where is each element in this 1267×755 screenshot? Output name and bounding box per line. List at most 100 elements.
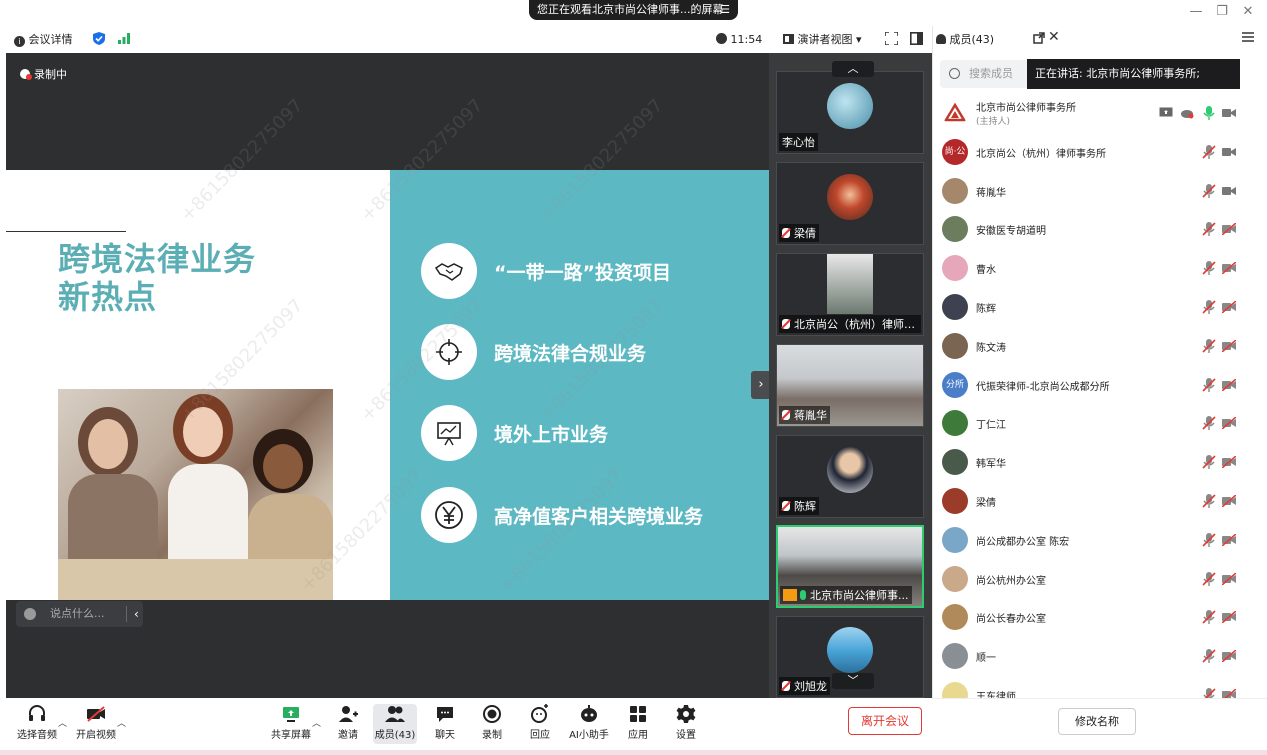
- menu-icon[interactable]: ☰: [720, 0, 730, 20]
- camera-icon[interactable]: [1222, 146, 1236, 158]
- member-row[interactable]: 安徽医专胡道明: [940, 211, 1240, 247]
- apps-button[interactable]: 应用: [613, 704, 663, 744]
- member-row[interactable]: 蒋胤华: [940, 173, 1240, 209]
- chat-button[interactable]: 聊天: [420, 704, 470, 744]
- member-row[interactable]: 分所 代振荣律师-北京尚公成都分所: [940, 367, 1240, 403]
- audio-options-caret[interactable]: ︿: [58, 716, 67, 729]
- restore-button[interactable]: ❐: [1212, 4, 1232, 20]
- member-row[interactable]: 北京市尚公律师事务所 (主持人): [940, 95, 1240, 131]
- hamburger-menu-icon[interactable]: [1242, 31, 1254, 43]
- view-mode-dropdown[interactable]: 演讲者视图 ▾: [783, 31, 862, 48]
- camera-off-icon[interactable]: [1221, 377, 1237, 392]
- member-row[interactable]: 顺一: [940, 638, 1240, 674]
- mic-muted-icon[interactable]: [1202, 144, 1216, 159]
- member-row[interactable]: 曹水: [940, 250, 1240, 286]
- mic-muted-icon[interactable]: [1202, 532, 1216, 547]
- mic-muted-icon[interactable]: [1202, 610, 1216, 625]
- share-options-caret[interactable]: ︿: [312, 716, 321, 729]
- member-row[interactable]: 尚公成都办公室 陈宏: [940, 522, 1240, 558]
- chevron-right-icon[interactable]: ›: [751, 371, 771, 399]
- member-row[interactable]: 陈辉: [940, 289, 1240, 325]
- search-members-input[interactable]: 搜索成员: [940, 60, 1030, 88]
- close-panel-icon[interactable]: ✕: [1048, 29, 1062, 45]
- camera-off-icon[interactable]: [1221, 533, 1237, 547]
- member-row[interactable]: 丁仁江: [940, 405, 1240, 441]
- avatar: 分所: [942, 371, 968, 398]
- ai-assistant-button[interactable]: AI小助手: [564, 704, 614, 744]
- camera-icon[interactable]: [1222, 185, 1236, 197]
- mic-muted-icon[interactable]: [1202, 416, 1216, 431]
- mic-muted-icon[interactable]: [1202, 183, 1216, 198]
- camera-off-icon[interactable]: [1221, 494, 1237, 508]
- chat-input[interactable]: 说点什么... ‹: [16, 601, 143, 627]
- record-button[interactable]: 录制: [467, 704, 517, 744]
- video-tile-active[interactable]: 北京市尚公律师事...: [776, 525, 924, 608]
- rename-button[interactable]: 修改名称: [1058, 708, 1136, 735]
- reaction-button[interactable]: 回应: [515, 704, 565, 744]
- mic-muted-icon[interactable]: [1202, 222, 1216, 237]
- video-tile[interactable]: 李心怡: [776, 71, 924, 154]
- split-view-icon[interactable]: [910, 32, 923, 45]
- member-name: 尚公长春办公室: [976, 614, 1046, 626]
- leave-meeting-button[interactable]: 离开会议: [848, 707, 922, 735]
- video-button[interactable]: 开启视频: [71, 704, 121, 744]
- video-tile[interactable]: 梁倩: [776, 162, 924, 245]
- mic-muted-icon[interactable]: [1202, 338, 1216, 353]
- meeting-details-button[interactable]: i 会议详情: [14, 31, 73, 48]
- member-row[interactable]: 陈文涛: [940, 328, 1240, 364]
- camera-off-icon[interactable]: [1221, 455, 1237, 469]
- chevron-down-icon[interactable]: ﹀: [832, 673, 874, 689]
- audio-button[interactable]: 选择音频: [12, 704, 62, 744]
- mic-muted-icon[interactable]: [1202, 649, 1216, 664]
- camera-off-icon[interactable]: [1221, 649, 1237, 663]
- viewing-banner[interactable]: 您正在观看北京市尚公律师事...的屏幕 ☰: [529, 0, 738, 20]
- mic-muted-icon[interactable]: [1202, 300, 1216, 314]
- camera-off-icon[interactable]: [1221, 222, 1237, 236]
- mic-muted-icon[interactable]: [1202, 571, 1216, 586]
- member-row[interactable]: 尚·公 北京尚公（杭州）律师事务所: [940, 134, 1240, 170]
- recording-indicator[interactable]: 录制中: [20, 66, 67, 82]
- info-icon: i: [14, 36, 25, 47]
- camera-off-icon[interactable]: [1221, 300, 1237, 314]
- member-row[interactable]: 梁倩: [940, 483, 1240, 519]
- members-button[interactable]: 成员(43): [373, 704, 417, 744]
- camera-off-icon[interactable]: [1221, 339, 1237, 353]
- close-window-button[interactable]: ✕: [1238, 4, 1258, 20]
- chevron-left-icon[interactable]: ‹: [134, 601, 139, 627]
- slide-item-1: “一带一路”投资项目: [421, 242, 751, 302]
- gear-icon: [676, 705, 696, 723]
- mic-on-icon[interactable]: [1202, 106, 1216, 120]
- security-shield-icon[interactable]: [93, 32, 105, 45]
- minimize-button[interactable]: —: [1186, 4, 1206, 20]
- mic-muted-icon[interactable]: [1202, 494, 1216, 508]
- video-tile[interactable]: 陈辉: [776, 435, 924, 518]
- member-name: 陈辉: [976, 304, 996, 315]
- slide-item-label: 境外上市业务: [494, 424, 609, 446]
- mic-muted-icon[interactable]: [1202, 455, 1216, 470]
- member-row[interactable]: 尚公杭州办公室: [940, 561, 1240, 597]
- mic-muted-icon[interactable]: [1202, 261, 1216, 276]
- share-screen-button[interactable]: 共享屏幕: [266, 704, 316, 744]
- crosshair-icon: [421, 324, 477, 380]
- popout-icon[interactable]: [1033, 32, 1045, 44]
- camera-off-icon[interactable]: [1221, 571, 1237, 586]
- ai-robot-icon: [581, 705, 597, 722]
- fullscreen-icon[interactable]: [884, 31, 899, 46]
- member-name: 北京尚公（杭州）律师事务所: [976, 148, 1106, 160]
- mic-muted-icon[interactable]: [1202, 377, 1216, 392]
- camera-off-icon[interactable]: [1221, 610, 1237, 624]
- video-tile[interactable]: 蒋胤华: [776, 344, 924, 427]
- settings-button[interactable]: 设置: [661, 704, 711, 744]
- camera-off-icon[interactable]: [1221, 261, 1237, 275]
- emoji-icon[interactable]: [24, 608, 36, 620]
- video-options-caret[interactable]: ︿: [117, 716, 126, 729]
- invite-button[interactable]: 邀请: [323, 704, 373, 744]
- member-row[interactable]: 尚公长春办公室: [940, 599, 1240, 635]
- camera-off-icon[interactable]: [1221, 416, 1237, 430]
- camera-icon[interactable]: [1222, 107, 1236, 119]
- signal-icon[interactable]: [118, 33, 130, 44]
- slide-item-label: 跨境法律合规业务: [494, 343, 647, 365]
- member-row[interactable]: 韩军华: [940, 444, 1240, 480]
- video-tile[interactable]: 北京尚公（杭州）律师事...: [776, 253, 924, 336]
- chevron-up-icon[interactable]: ︿: [832, 61, 874, 77]
